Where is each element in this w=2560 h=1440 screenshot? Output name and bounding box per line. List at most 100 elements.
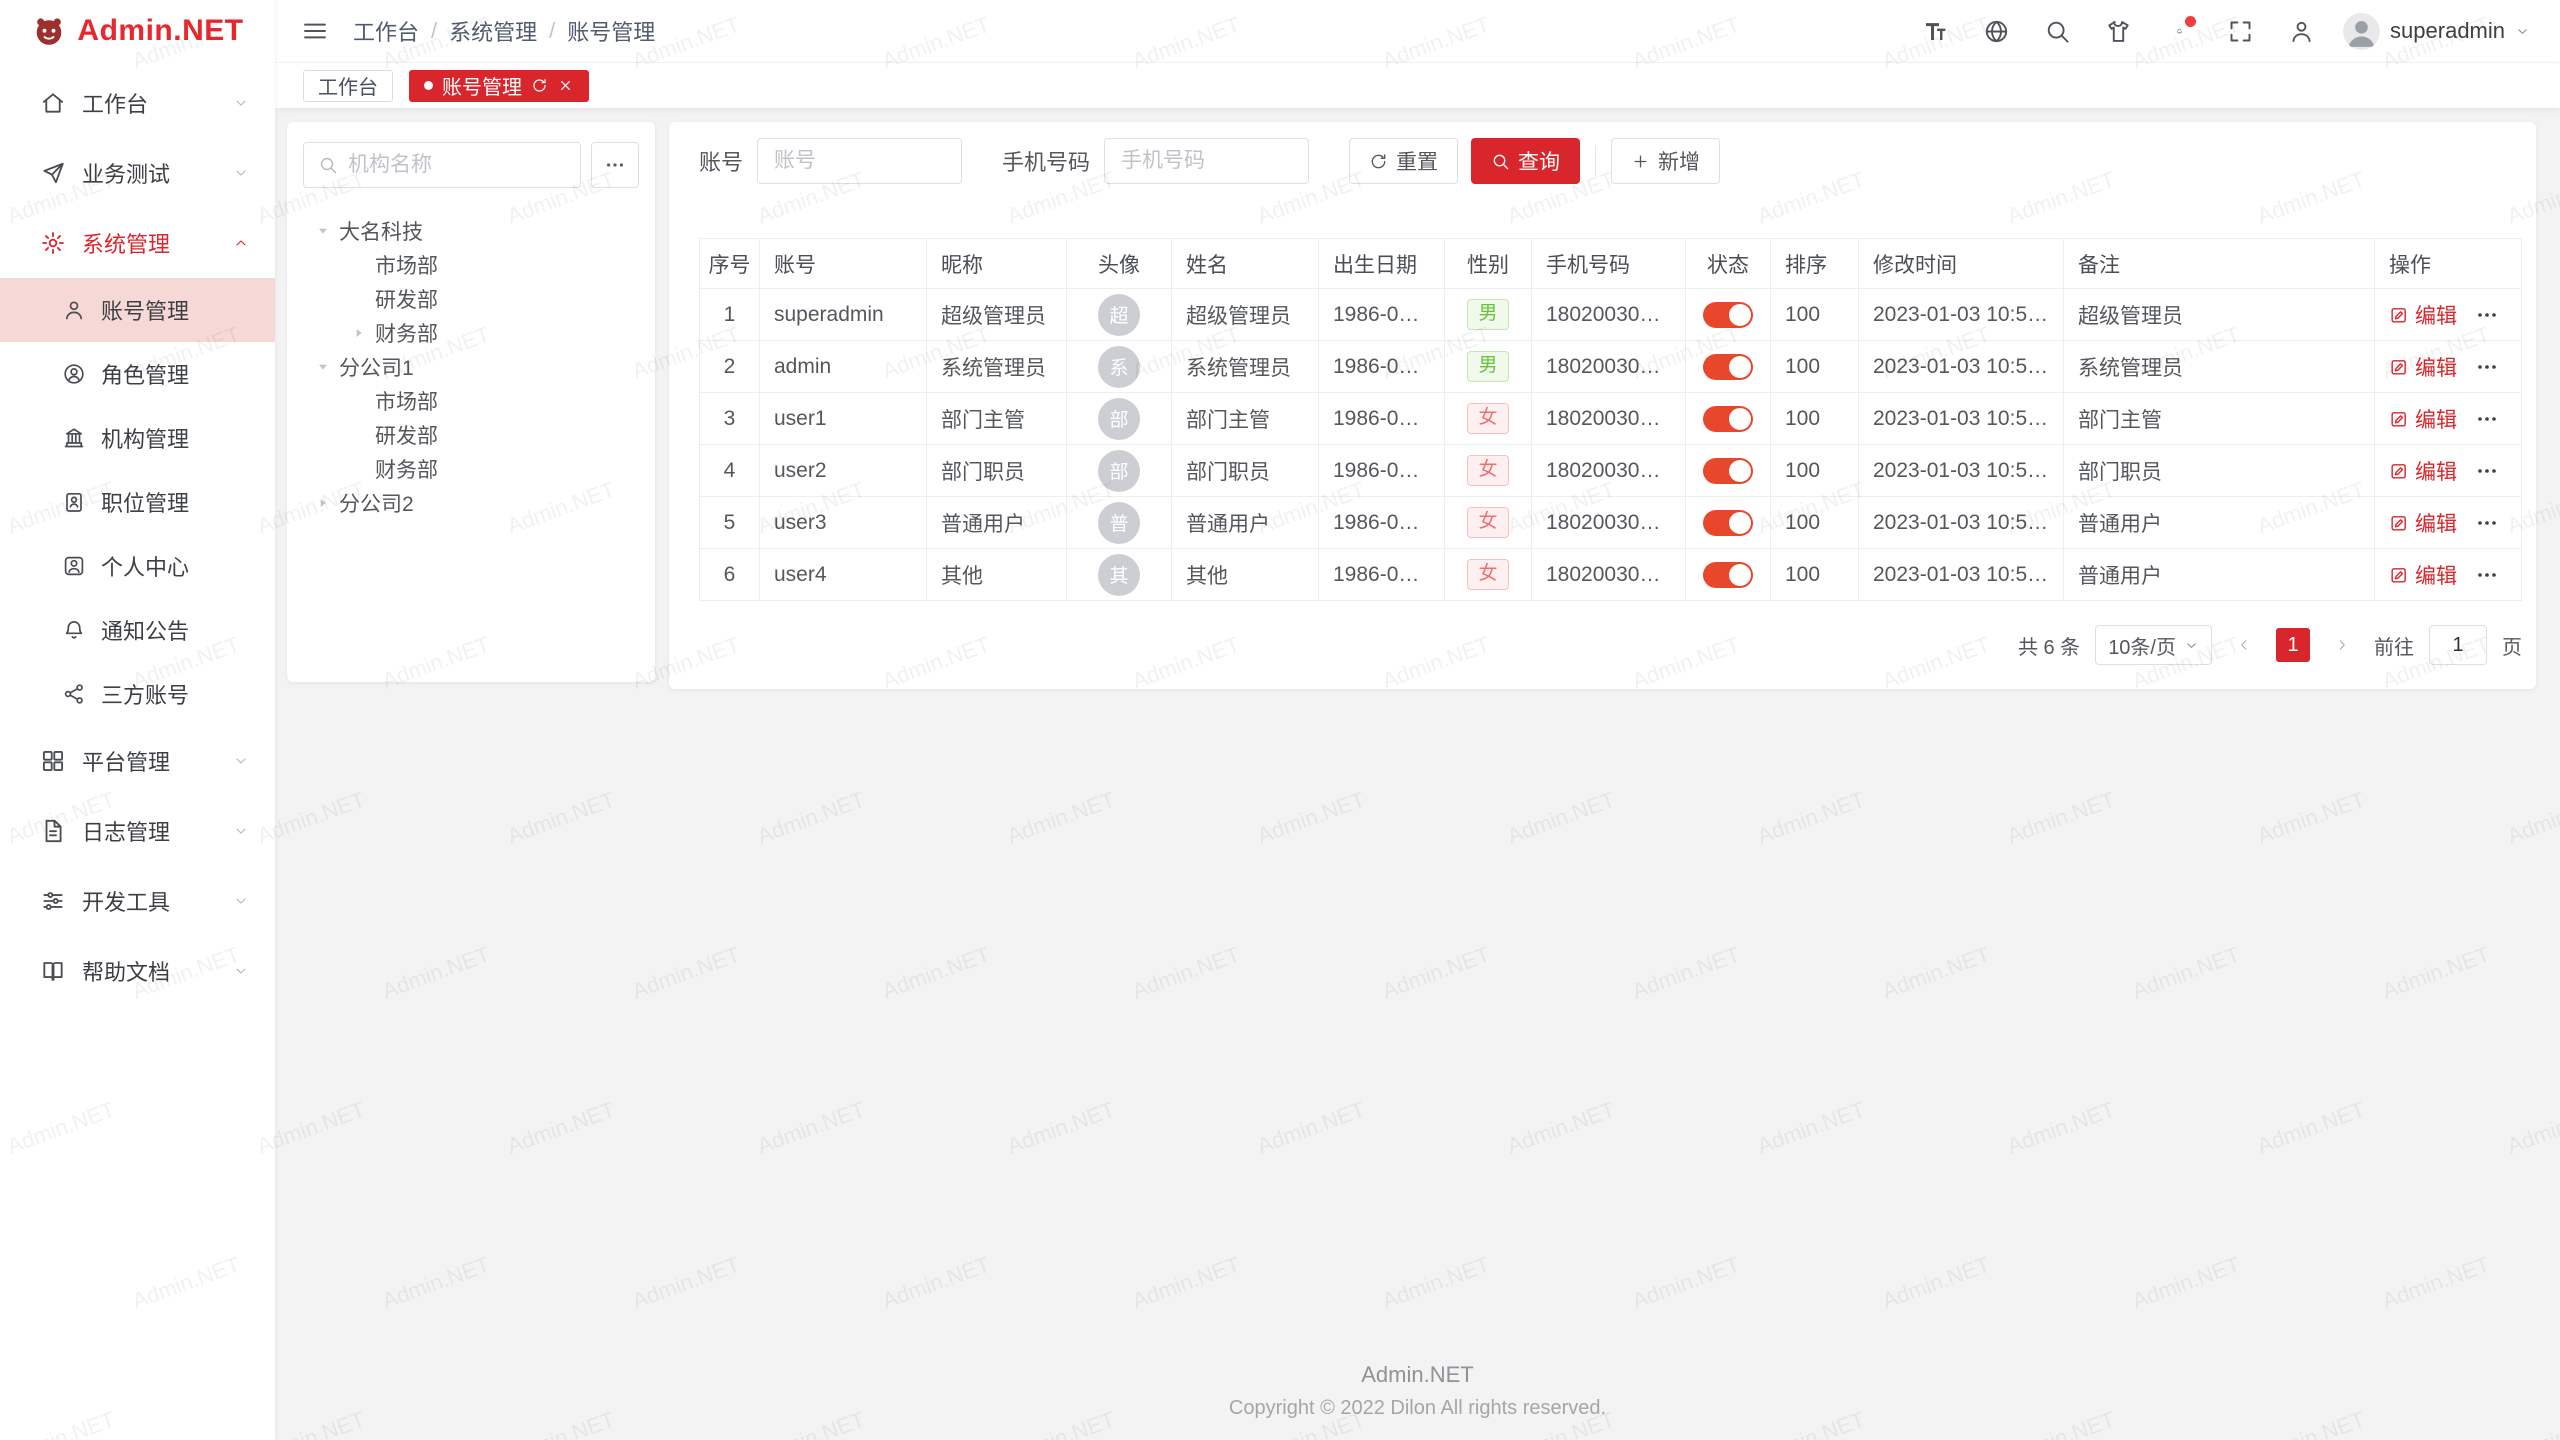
- edit-button[interactable]: 编辑: [2389, 352, 2457, 382]
- row-more-button[interactable]: [2475, 563, 2499, 587]
- sidebar-item-dev-tools[interactable]: 开发工具: [0, 866, 275, 936]
- tab-workbench[interactable]: 工作台: [303, 70, 393, 102]
- menu-collapse-button[interactable]: [301, 17, 329, 45]
- cell-sort: 100: [1771, 393, 1859, 445]
- sidebar-item-notice-management[interactable]: 通知公告: [0, 598, 275, 662]
- tree-caret-icon[interactable]: [315, 359, 331, 375]
- table-row: 6user4其他其其他1986-06-28女180200307201002023…: [700, 549, 2522, 601]
- org-search-input[interactable]: [348, 153, 566, 177]
- tree-node[interactable]: 市场部: [303, 384, 639, 418]
- tree-node[interactable]: 大名科技: [303, 214, 639, 248]
- tree-caret-icon[interactable]: [315, 495, 331, 511]
- app-logo[interactable]: Admin.NET: [0, 0, 275, 62]
- cell-nickname: 系统管理员: [927, 341, 1067, 393]
- col-header: 状态: [1686, 239, 1771, 289]
- status-toggle[interactable]: [1703, 406, 1753, 432]
- prev-page-button[interactable]: [2227, 628, 2261, 662]
- sidebar-item-position-management[interactable]: 职位管理: [0, 470, 275, 534]
- page-number-button[interactable]: 1: [2276, 628, 2310, 662]
- breadcrumb-item[interactable]: 工作台: [353, 15, 419, 47]
- chevron-down-icon: [233, 963, 249, 979]
- language-icon[interactable]: [1983, 18, 2010, 45]
- account-filter-input[interactable]: [757, 138, 962, 184]
- fullscreen-icon[interactable]: [2227, 18, 2254, 45]
- sidebar-item-business-test[interactable]: 业务测试: [0, 138, 275, 208]
- tree-node[interactable]: 研发部: [303, 282, 639, 316]
- gender-badge: 男: [1467, 299, 1508, 330]
- org-search-field[interactable]: [303, 142, 581, 188]
- tree-node[interactable]: 市场部: [303, 248, 639, 282]
- edit-button[interactable]: 编辑: [2389, 560, 2457, 590]
- tree-node-label: 研发部: [375, 284, 438, 314]
- user-menu[interactable]: superadmin: [2343, 13, 2530, 50]
- sidebar-item-workbench[interactable]: 工作台: [0, 68, 275, 138]
- breadcrumb-separator: /: [431, 18, 437, 44]
- sidebar-item-help-docs[interactable]: 帮助文档: [0, 936, 275, 1006]
- filter-row: 账号 手机号码 重置 查询 新增: [699, 138, 2522, 184]
- tree-caret-icon[interactable]: [351, 325, 367, 341]
- tree-node[interactable]: 财务部: [303, 452, 639, 486]
- breadcrumb-item[interactable]: 账号管理: [567, 15, 655, 47]
- tree-node[interactable]: 分公司2: [303, 486, 639, 520]
- row-more-button[interactable]: [2475, 303, 2499, 327]
- font-size-icon[interactable]: [1922, 18, 1949, 45]
- edit-button[interactable]: 编辑: [2389, 456, 2457, 486]
- search-icon[interactable]: [2044, 18, 2071, 45]
- status-toggle[interactable]: [1703, 510, 1753, 536]
- row-more-button[interactable]: [2475, 355, 2499, 379]
- page-size-select[interactable]: 10条/页: [2095, 625, 2212, 665]
- tab-close-icon[interactable]: [557, 77, 574, 94]
- sidebar-item-personal-center[interactable]: 个人中心: [0, 534, 275, 598]
- cell-birth: 1986-06-28: [1319, 393, 1445, 445]
- reset-button[interactable]: 重置: [1349, 138, 1458, 184]
- sidebar-item-log-management[interactable]: 日志管理: [0, 796, 275, 866]
- sidebar-item-label: 系统管理: [82, 227, 233, 259]
- phone-filter-label: 手机号码: [1002, 145, 1090, 177]
- sidebar-item-account-management[interactable]: 账号管理: [0, 278, 275, 342]
- tab-refresh-icon[interactable]: [531, 77, 548, 94]
- edit-button[interactable]: 编辑: [2389, 300, 2457, 330]
- sidebar-item-system-management[interactable]: 系统管理: [0, 208, 275, 278]
- sidebar-item-platform-management[interactable]: 平台管理: [0, 726, 275, 796]
- row-more-button[interactable]: [2475, 407, 2499, 431]
- org-more-button[interactable]: [591, 142, 639, 188]
- tree-node-label: 分公司1: [339, 352, 414, 382]
- tree-caret-icon[interactable]: [315, 223, 331, 239]
- cell-name: 部门主管: [1172, 393, 1319, 445]
- next-page-button[interactable]: [2325, 628, 2359, 662]
- status-toggle[interactable]: [1703, 302, 1753, 328]
- edit-button[interactable]: 编辑: [2389, 404, 2457, 434]
- tree-node-label: 研发部: [375, 420, 438, 450]
- theme-icon[interactable]: [2105, 18, 2132, 45]
- status-toggle[interactable]: [1703, 562, 1753, 588]
- cell-remark: 普通用户: [2064, 497, 2375, 549]
- edit-button[interactable]: 编辑: [2389, 508, 2457, 538]
- cell-gender: 男: [1445, 289, 1532, 341]
- breadcrumb-item[interactable]: 系统管理: [449, 15, 537, 47]
- row-more-button[interactable]: [2475, 511, 2499, 535]
- status-toggle[interactable]: [1703, 458, 1753, 484]
- tree-node[interactable]: 研发部: [303, 418, 639, 452]
- query-button[interactable]: 查询: [1471, 138, 1580, 184]
- edit-icon: [2389, 409, 2409, 429]
- row-avatar: 其: [1098, 554, 1140, 596]
- sidebar-item-role-management[interactable]: 角色管理: [0, 342, 275, 406]
- table-row: 4user2部门职员部部门职员1986-06-28女18020030720100…: [700, 445, 2522, 497]
- cell-modified: 2023-01-03 10:59:44: [1859, 341, 2064, 393]
- notification-icon[interactable]: [2166, 18, 2193, 45]
- sidebar-item-org-management[interactable]: 机构管理: [0, 406, 275, 470]
- phone-filter-input[interactable]: [1104, 138, 1309, 184]
- add-button[interactable]: 新增: [1611, 138, 1720, 184]
- sidebar-item-third-party-account[interactable]: 三方账号: [0, 662, 275, 726]
- col-header: 修改时间: [1859, 239, 2064, 289]
- goto-page-input[interactable]: [2429, 625, 2487, 665]
- col-header: 备注: [2064, 239, 2375, 289]
- profile-icon[interactable]: [2288, 18, 2315, 45]
- sidebar-item-label: 职位管理: [101, 486, 189, 518]
- status-toggle[interactable]: [1703, 354, 1753, 380]
- tree-node[interactable]: 财务部: [303, 316, 639, 350]
- tree-node[interactable]: 分公司1: [303, 350, 639, 384]
- row-more-button[interactable]: [2475, 459, 2499, 483]
- tab-account-management[interactable]: 账号管理: [409, 70, 589, 102]
- page-size-value: 10条/页: [2108, 631, 2176, 660]
